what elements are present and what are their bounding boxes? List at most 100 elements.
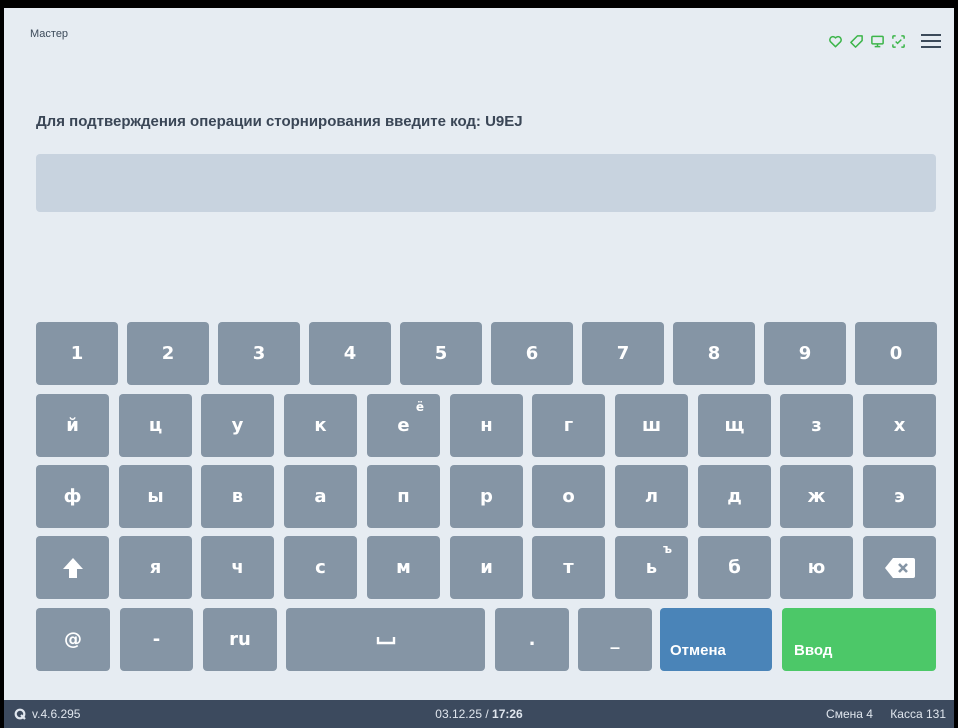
key-label: ц bbox=[148, 415, 163, 436]
key-yu[interactable]: ю bbox=[780, 536, 853, 599]
key-label: е bbox=[397, 415, 410, 436]
key-label: к bbox=[314, 415, 327, 436]
space-key[interactable] bbox=[286, 608, 485, 671]
space-bar-icon bbox=[376, 636, 395, 644]
key-8[interactable]: 8 bbox=[673, 322, 755, 385]
key-label: м bbox=[396, 557, 411, 578]
scan-icon[interactable] bbox=[891, 34, 906, 49]
key-ya[interactable]: я bbox=[119, 536, 192, 599]
key-zh[interactable]: ж bbox=[780, 465, 853, 528]
key-4[interactable]: 4 bbox=[309, 322, 391, 385]
key-underscore[interactable]: _ bbox=[578, 608, 652, 671]
key-dot[interactable]: . bbox=[495, 608, 569, 671]
key-label: х bbox=[893, 415, 906, 436]
key-label: 0 bbox=[889, 343, 903, 364]
key-e[interactable]: её bbox=[367, 394, 440, 457]
register-label: Касса 131 bbox=[890, 707, 946, 721]
key-g[interactable]: г bbox=[532, 394, 605, 457]
key-at[interactable]: @ bbox=[36, 608, 110, 671]
key-shch[interactable]: щ bbox=[698, 394, 771, 457]
key-t[interactable]: т bbox=[532, 536, 605, 599]
key-label: п bbox=[397, 486, 410, 507]
key-5[interactable]: 5 bbox=[400, 322, 482, 385]
key-7[interactable]: 7 bbox=[582, 322, 664, 385]
heart-icon[interactable] bbox=[828, 34, 843, 49]
key-m[interactable]: м bbox=[367, 536, 440, 599]
key-label: л bbox=[644, 486, 659, 507]
key-label: ф bbox=[63, 486, 82, 507]
key-label: ы bbox=[147, 486, 164, 507]
key-label: о bbox=[562, 486, 575, 507]
backspace-icon bbox=[884, 557, 915, 578]
key-d[interactable]: д bbox=[698, 465, 771, 528]
key-label: и bbox=[480, 557, 493, 578]
time-label: 17:26 bbox=[492, 707, 523, 721]
shift-key[interactable] bbox=[36, 536, 109, 599]
key-6[interactable]: 6 bbox=[491, 322, 573, 385]
key-z[interactable]: з bbox=[780, 394, 853, 457]
key-3[interactable]: 3 bbox=[218, 322, 300, 385]
key-9[interactable]: 9 bbox=[764, 322, 846, 385]
key-label: э bbox=[894, 486, 905, 507]
key-dash[interactable]: - bbox=[120, 608, 193, 671]
key-label: 6 bbox=[525, 343, 539, 364]
key-label: щ bbox=[724, 415, 745, 436]
enter-button[interactable]: Ввод bbox=[782, 608, 936, 671]
key-label: ь bbox=[645, 557, 658, 578]
language-switch-key[interactable]: ru bbox=[203, 608, 277, 671]
tag-icon[interactable] bbox=[849, 34, 864, 49]
key-label: я bbox=[149, 557, 162, 578]
key-sh[interactable]: ш bbox=[615, 394, 688, 457]
key-f[interactable]: ф bbox=[36, 465, 109, 528]
key-y-short[interactable]: й bbox=[36, 394, 109, 457]
backspace-key[interactable] bbox=[863, 536, 936, 599]
key-label: ж bbox=[807, 486, 826, 507]
key-i[interactable]: и bbox=[450, 536, 523, 599]
key-label: у bbox=[231, 415, 244, 436]
key-u[interactable]: у bbox=[201, 394, 274, 457]
key-soft-sign[interactable]: ьъ bbox=[615, 536, 688, 599]
key-label: 4 bbox=[343, 343, 357, 364]
key-b[interactable]: б bbox=[698, 536, 771, 599]
key-alt-label: ъ bbox=[662, 542, 672, 556]
top-toolbar bbox=[828, 32, 942, 50]
key-ts[interactable]: ц bbox=[119, 394, 192, 457]
key-label: 8 bbox=[707, 343, 721, 364]
key-eh[interactable]: э bbox=[863, 465, 936, 528]
status-bar: v.4.6.295 03.12.25 / 17:26 Смена 4 Касса… bbox=[4, 700, 954, 728]
cancel-button[interactable]: Отмена bbox=[660, 608, 772, 671]
key-p[interactable]: п bbox=[367, 465, 440, 528]
key-n[interactable]: н bbox=[450, 394, 523, 457]
key-2[interactable]: 2 bbox=[127, 322, 209, 385]
pos-terminal-icon[interactable] bbox=[870, 34, 885, 49]
shift-arrow-icon bbox=[62, 557, 83, 578]
key-label: 3 bbox=[252, 343, 266, 364]
key-label: 2 bbox=[161, 343, 175, 364]
key-y[interactable]: ы bbox=[119, 465, 192, 528]
key-label: б bbox=[728, 557, 741, 578]
key-label: з bbox=[811, 415, 822, 436]
confirmation-code-input[interactable] bbox=[36, 154, 936, 212]
key-label: с bbox=[315, 557, 326, 578]
key-label: а bbox=[314, 486, 327, 507]
key-r[interactable]: р bbox=[450, 465, 523, 528]
key-l[interactable]: л bbox=[615, 465, 688, 528]
key-0[interactable]: 0 bbox=[855, 322, 937, 385]
key-label: г bbox=[563, 415, 574, 436]
key-1[interactable]: 1 bbox=[36, 322, 118, 385]
key-label: ш bbox=[641, 415, 662, 436]
key-label: в bbox=[231, 486, 244, 507]
key-ch[interactable]: ч bbox=[201, 536, 274, 599]
key-v[interactable]: в bbox=[201, 465, 274, 528]
key-label: т bbox=[563, 557, 574, 578]
key-alt-label: ё bbox=[415, 400, 424, 414]
menu-icon[interactable] bbox=[920, 32, 942, 50]
key-a[interactable]: а bbox=[284, 465, 357, 528]
key-label: ч bbox=[231, 557, 244, 578]
app-screen: Мастер Для подтверждения операции сторни… bbox=[4, 8, 954, 700]
key-o[interactable]: о bbox=[532, 465, 605, 528]
key-k[interactable]: к bbox=[284, 394, 357, 457]
key-label: 1 bbox=[70, 343, 84, 364]
key-kh[interactable]: х bbox=[863, 394, 936, 457]
key-s[interactable]: с bbox=[284, 536, 357, 599]
